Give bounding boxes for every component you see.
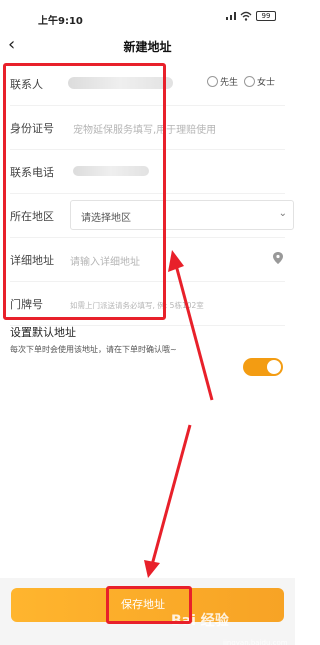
bottom-bar: 保存地址 Bai 经验 jingyan.baidu.com <box>0 578 295 645</box>
baidu-watermark-url: jingyan.baidu.com <box>223 639 288 645</box>
form-highlight-box <box>3 63 166 320</box>
gender-male-label: 先生 <box>220 78 239 88</box>
signal-icon <box>226 12 236 20</box>
page-title: 新建地址 <box>123 40 172 54</box>
radio-icon <box>244 76 255 87</box>
radio-icon <box>207 76 218 87</box>
gender-female-label: 女士 <box>257 78 276 88</box>
toggle-knob <box>267 360 281 374</box>
default-address-toggle[interactable] <box>243 358 283 376</box>
status-bar: 上午9:10 99 <box>0 0 295 30</box>
default-address-title: 设置默认地址 <box>10 326 76 339</box>
wifi-icon <box>240 11 252 21</box>
gender-female-option[interactable]: 女士 <box>244 75 275 88</box>
default-address-description: 每次下单时会使用该地址，请在下单时确认哦~ <box>10 345 177 354</box>
chevron-down-icon: ⌄ <box>278 208 287 219</box>
status-time: 上午9:10 <box>38 16 83 27</box>
save-button-highlight-box <box>106 586 192 624</box>
location-pin-icon[interactable] <box>273 252 283 264</box>
battery-icon: 99 <box>256 11 276 21</box>
default-address-section: 设置默认地址 每次下单时会使用该地址，请在下单时确认哦~ <box>10 322 285 362</box>
gender-male-option[interactable]: 先生 <box>207 75 238 88</box>
header: ‹ 新建地址 <box>0 30 295 62</box>
